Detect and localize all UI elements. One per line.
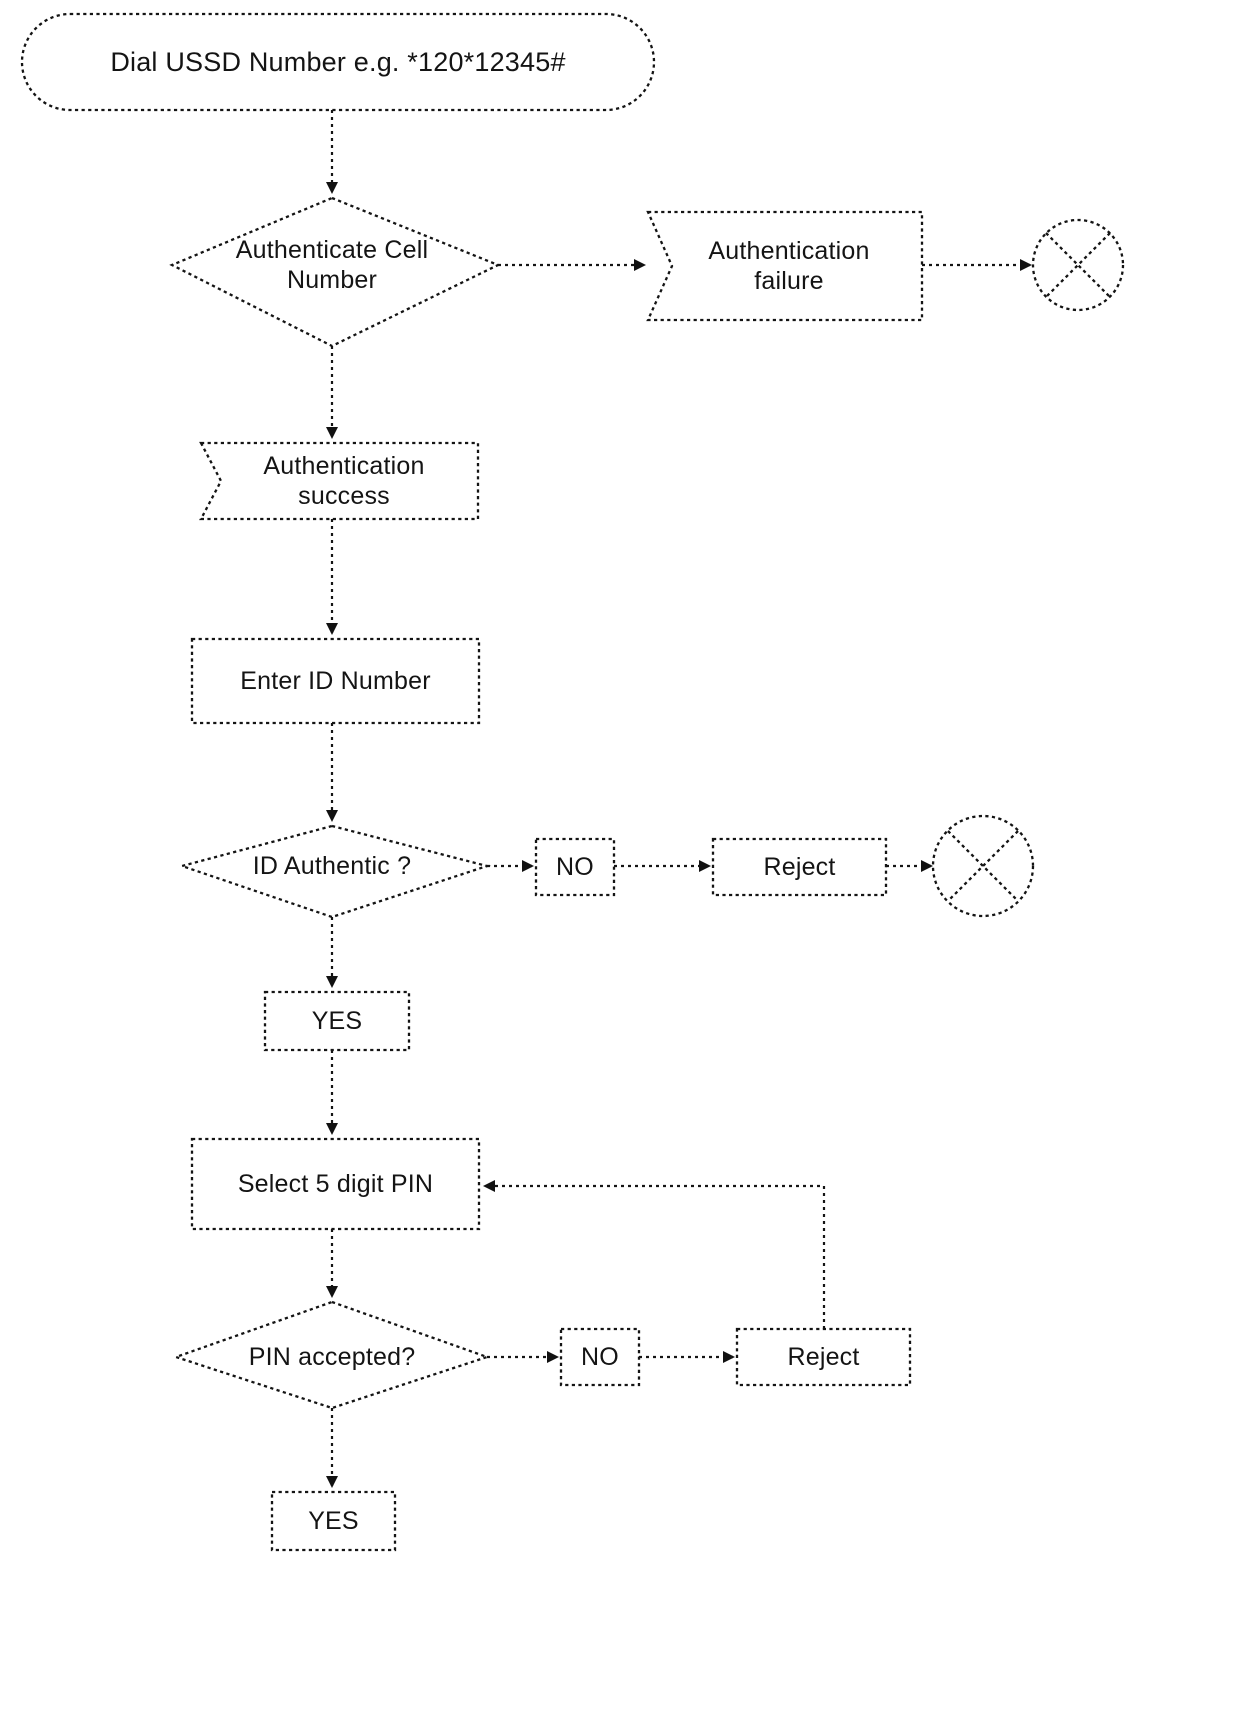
pin-yes-label: YES [308, 1506, 359, 1535]
id-no-label: NO [556, 852, 594, 881]
enter-id-label: Enter ID Number [240, 666, 431, 695]
flowchart-svg [20, 12, 1125, 1552]
auth-cell-label-line1: Authenticate Cell [235, 235, 429, 264]
start-node-label: Dial USSD Number e.g. *120*12345# [110, 46, 566, 77]
auth-success-label: Authentication success [214, 443, 474, 519]
edge-reject2-feedback-to-select-pin [483, 1180, 826, 1329]
pin-reject-label: Reject [787, 1342, 860, 1371]
auth-failure-label-line2: failure [754, 267, 824, 295]
select-pin-label: Select 5 digit PIN [237, 1169, 434, 1198]
pin-accepted-decision-label: PIN accepted? [248, 1342, 416, 1371]
flowchart-canvas: Dial USSD Number e.g. *120*12345# Authen… [0, 0, 1240, 1721]
pin-no-label: NO [581, 1342, 619, 1371]
id-authentic-decision-label: ID Authentic ? [252, 851, 412, 880]
auth-failure-label-line1: Authentication [708, 236, 870, 265]
auth-success-label-line1: Authentication [263, 451, 425, 480]
id-reject-label: Reject [763, 852, 836, 881]
id-yes-label: YES [311, 1006, 363, 1035]
auth-failure-label: Authentication failure [660, 224, 918, 308]
auth-cell-decision-label: Authenticate Cell Number [196, 228, 468, 302]
auth-success-label-line2: success [298, 482, 390, 510]
auth-cell-label-line2: Number [286, 266, 378, 294]
